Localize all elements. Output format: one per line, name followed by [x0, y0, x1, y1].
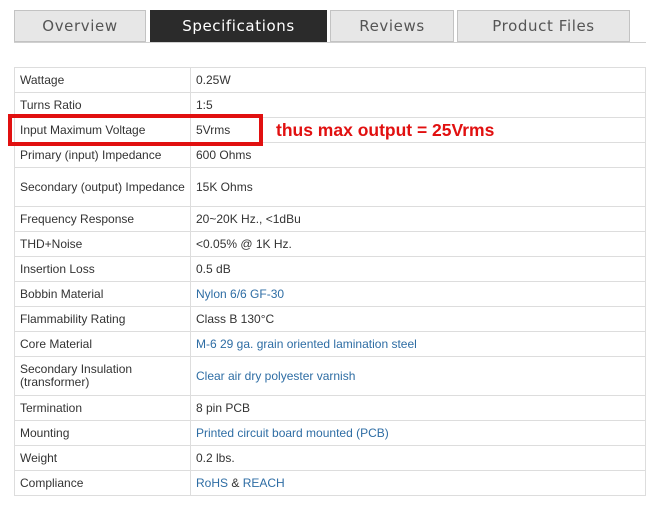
mounting-link[interactable]: Printed circuit board mounted (PCB): [196, 426, 389, 440]
spec-value: Printed circuit board mounted (PCB): [190, 420, 646, 446]
tab-divider: [14, 42, 646, 43]
spec-label: Core Material: [14, 331, 191, 357]
spec-label: Wattage: [14, 67, 191, 93]
spec-label: Bobbin Material: [14, 281, 191, 307]
table-row: Core Material M-6 29 ga. grain oriented …: [14, 331, 646, 357]
spec-label: Weight: [14, 445, 191, 471]
table-row: THD+Noise <0.05% @ 1K Hz.: [14, 231, 646, 257]
table-row: Termination 8 pin PCB: [14, 395, 646, 421]
table-row: Wattage 0.25W: [14, 67, 646, 93]
tab-reviews[interactable]: Reviews: [330, 10, 454, 42]
spec-label: Termination: [14, 395, 191, 421]
insulation-link[interactable]: Clear air dry polyester varnish: [196, 369, 355, 383]
spec-label: Mounting: [14, 420, 191, 446]
reach-link[interactable]: REACH: [243, 476, 285, 490]
spec-label: Frequency Response: [14, 206, 191, 232]
spec-label: Secondary (output) Impedance: [14, 167, 191, 207]
tab-product-files[interactable]: Product Files: [457, 10, 630, 42]
spec-value: 0.5 dB: [190, 256, 646, 282]
spec-value: <0.05% @ 1K Hz.: [190, 231, 646, 257]
table-row: Bobbin Material Nylon 6/6 GF-30: [14, 281, 646, 307]
table-row: Compliance RoHS & REACH: [14, 470, 646, 496]
table-row: Frequency Response 20~20K Hz., <1dBu: [14, 206, 646, 232]
table-row: Mounting Printed circuit board mounted (…: [14, 420, 646, 446]
spec-value: Nylon 6/6 GF-30: [190, 281, 646, 307]
highlight-box: [8, 114, 263, 146]
bobbin-material-link[interactable]: Nylon 6/6 GF-30: [196, 287, 284, 301]
table-row: Secondary Insulation (transformer) Clear…: [14, 356, 646, 396]
table-row: Secondary (output) Impedance 15K Ohms: [14, 167, 646, 207]
spec-value: 8 pin PCB: [190, 395, 646, 421]
spec-value: 600 Ohms: [190, 142, 646, 168]
tab-overview[interactable]: Overview: [14, 10, 146, 42]
spec-value: 0.25W: [190, 67, 646, 93]
spec-label: Flammability Rating: [14, 306, 191, 332]
tab-specifications[interactable]: Specifications: [150, 10, 327, 42]
spec-label: Compliance: [14, 470, 191, 496]
spec-label: Primary (input) Impedance: [14, 142, 191, 168]
spec-value: Class B 130°C: [190, 306, 646, 332]
spec-value: Clear air dry polyester varnish: [190, 356, 646, 396]
spec-value: RoHS & REACH: [190, 470, 646, 496]
tab-bar: Overview Specifications Reviews Product …: [0, 0, 646, 46]
spec-value: M-6 29 ga. grain oriented lamination ste…: [190, 331, 646, 357]
table-row: Primary (input) Impedance 600 Ohms: [14, 142, 646, 168]
spec-value: 15K Ohms: [190, 167, 646, 207]
compliance-separator: &: [231, 475, 240, 490]
spec-label: Insertion Loss: [14, 256, 191, 282]
table-row: Flammability Rating Class B 130°C: [14, 306, 646, 332]
table-row: Insertion Loss 0.5 dB: [14, 256, 646, 282]
spec-value: 0.2 lbs.: [190, 445, 646, 471]
table-row: Weight 0.2 lbs.: [14, 445, 646, 471]
spec-label: Secondary Insulation (transformer): [14, 356, 191, 396]
spec-value: 20~20K Hz., <1dBu: [190, 206, 646, 232]
spec-label: THD+Noise: [14, 231, 191, 257]
annotation-text: thus max output = 25Vrms: [276, 120, 495, 140]
rohs-link[interactable]: RoHS: [196, 476, 228, 490]
core-material-link[interactable]: M-6 29 ga. grain oriented lamination ste…: [196, 337, 417, 351]
